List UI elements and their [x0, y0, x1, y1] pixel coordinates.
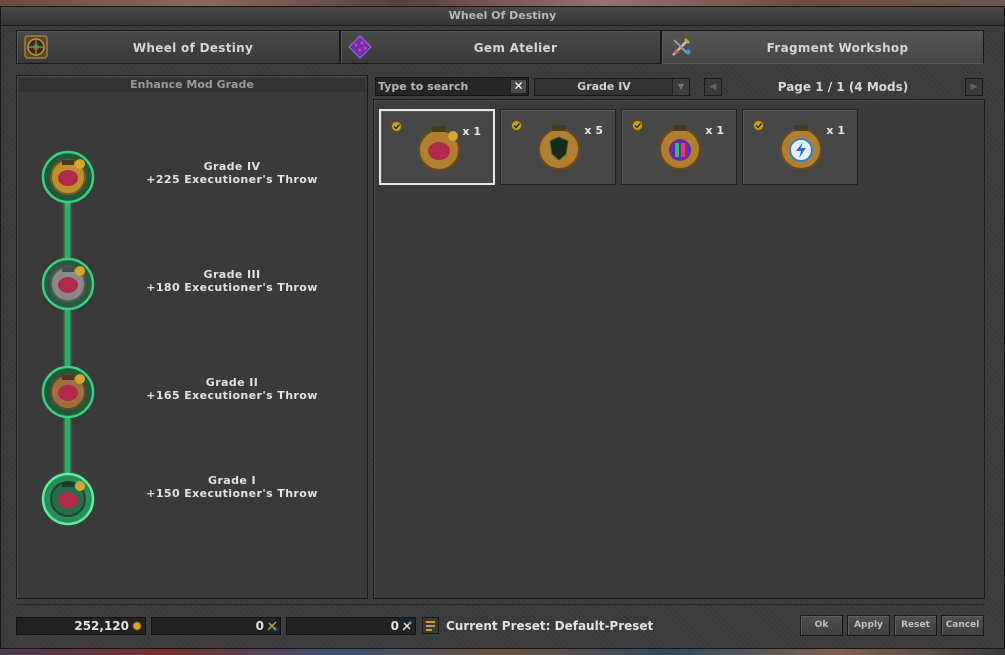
reset-button[interactable]: Reset	[894, 615, 937, 636]
grade-iv-info: Grade IV +225 Executioner's Throw	[127, 160, 337, 186]
grade-connector	[65, 418, 70, 474]
grade-name: Grade II	[205, 376, 259, 389]
lesser-fragment-icon	[267, 621, 277, 631]
preset-list-icon[interactable]	[422, 617, 439, 634]
previous-page-button[interactable]: ◀	[704, 78, 722, 96]
tab-wheel-of-destiny[interactable]: Wheel of Destiny	[16, 30, 340, 64]
ok-button[interactable]: Ok	[800, 615, 843, 636]
check-icon	[632, 120, 643, 131]
game-scene-strip-bottom	[0, 649, 1005, 655]
tab-label: Fragment Workshop	[766, 41, 909, 55]
grade-i-info: Grade I +150 Executioner's Throw	[127, 474, 337, 500]
grade-name: Grade I	[208, 474, 256, 487]
clear-search-button[interactable]: ✕	[510, 79, 527, 94]
chevron-down-icon[interactable]: ▼	[672, 79, 689, 95]
check-icon	[391, 121, 402, 132]
mod-quantity: x 1	[705, 124, 724, 137]
greater-fragment-icon	[402, 621, 412, 631]
grade-iii-info: Grade III +180 Executioner's Throw	[127, 268, 337, 294]
window-title: Wheel Of Destiny	[1, 7, 1004, 26]
grade-name: Grade IV	[203, 160, 261, 173]
cancel-button[interactable]: Cancel	[941, 615, 984, 636]
tab-fragment-workshop[interactable]: Fragment Workshop	[661, 30, 984, 64]
dark-shield-mod-icon	[538, 125, 580, 170]
check-icon	[511, 120, 522, 131]
fragment-tools-icon	[672, 37, 691, 56]
mod-slot[interactable]: x 5	[500, 109, 616, 185]
apply-button[interactable]: Apply	[847, 615, 890, 636]
grade-bonus: +180 Executioner's Throw	[146, 281, 318, 294]
gold-coin-icon	[132, 621, 142, 631]
next-page-button[interactable]: ▶	[965, 78, 983, 96]
mod-quantity: x 1	[826, 124, 845, 137]
footer-divider	[16, 604, 984, 605]
grade-ii-mod-icon[interactable]	[41, 365, 95, 419]
grade-filter-select[interactable]: Grade IV ▼	[534, 78, 690, 96]
grade-iii-mod-icon[interactable]	[41, 257, 95, 311]
grade-ii-info: Grade II +165 Executioner's Throw	[127, 376, 337, 402]
mod-slot[interactable]: x 1	[621, 109, 737, 185]
grade-i-mod-icon[interactable]	[41, 472, 95, 526]
check-icon	[753, 120, 764, 131]
wheel-icon	[24, 35, 48, 59]
mod-slot[interactable]: x 1	[379, 109, 495, 185]
current-preset-label: Current Preset: Default-Preset	[446, 619, 654, 633]
greater-fragment-counter: 0	[286, 617, 416, 635]
lightning-mod-icon	[780, 125, 822, 170]
grade-connector	[65, 310, 70, 366]
grade-bonus: +165 Executioner's Throw	[146, 389, 318, 402]
search-box: ✕	[375, 77, 529, 96]
search-input[interactable]	[378, 78, 506, 95]
tab-label: Gem Atelier	[473, 41, 558, 55]
gold-counter: 252,120	[16, 617, 146, 635]
prismatic-mod-icon	[659, 125, 701, 170]
mod-quantity: x 5	[584, 124, 603, 137]
lesser-fragment-amount: 0	[255, 619, 264, 633]
tab-bar: Wheel of Destiny Gem Atelier Fragment Wo…	[16, 30, 984, 64]
grade-iv-mod-icon[interactable]	[41, 150, 95, 204]
grade-name: Grade III	[203, 268, 261, 281]
red-gem-mod-icon	[418, 126, 460, 171]
panel-header: Enhance Mod Grade	[19, 78, 365, 92]
grade-bonus: +150 Executioner's Throw	[146, 487, 318, 500]
grade-connector	[65, 202, 70, 258]
grade-filter-value: Grade IV	[577, 80, 631, 93]
mod-quantity: x 1	[462, 125, 481, 138]
gem-icon	[348, 35, 372, 59]
preset-icon	[426, 621, 435, 631]
page-info: Page 1 / 1 (4 Mods)	[777, 80, 909, 94]
enhance-mod-grade-panel: Enhance Mod Grade Grade IV +225 Executio…	[16, 75, 368, 599]
greater-fragment-amount: 0	[390, 619, 399, 633]
tab-label: Wheel of Destiny	[132, 41, 254, 55]
grade-bonus: +225 Executioner's Throw	[146, 173, 318, 186]
lesser-fragment-counter: 0	[151, 617, 281, 635]
gold-amount: 252,120	[74, 619, 129, 633]
tab-gem-atelier[interactable]: Gem Atelier	[340, 30, 661, 64]
mod-slot[interactable]: x 1	[742, 109, 858, 185]
